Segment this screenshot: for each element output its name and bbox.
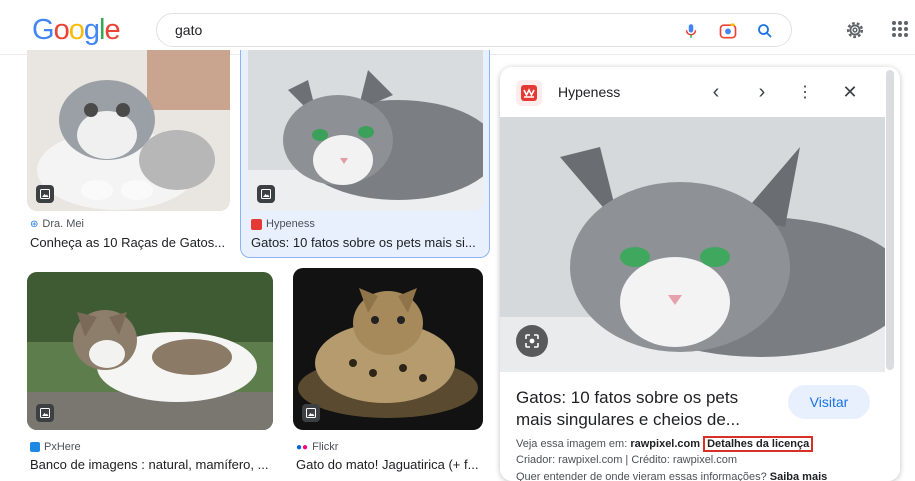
learn-more-link[interactable]: Saiba mais [770,471,827,481]
image-badge-icon [36,185,54,203]
panel-preview-image[interactable] [500,117,885,372]
result-source[interactable]: ⊛ Dra. Mei [30,218,84,230]
view-on-line: Veja essa imagem em: rawpixel.com Detalh… [516,436,814,452]
result-title[interactable]: Conheça as 10 Raças de Gatos... [30,235,230,250]
panel-site-name[interactable]: Hypeness [558,84,620,100]
result-thumbnail[interactable] [27,50,230,211]
result-source[interactable]: PxHere [30,441,81,453]
result-thumbnail[interactable] [27,272,273,430]
previous-icon[interactable]: ‹ [703,79,729,105]
mic-icon[interactable] [679,19,703,43]
search-input[interactable] [175,20,655,40]
more-info-prefix: Quer entender de onde vieram essas infor… [516,471,767,481]
result-title[interactable]: Gato do mato! Jaguatirica (+ f... [296,457,483,472]
visit-button[interactable]: Visitar [788,385,870,419]
logo-letter: e [104,14,120,46]
flickr-icon: ●● [296,441,309,453]
search-icon[interactable] [753,19,777,43]
search-box [156,13,792,47]
top-bar: Google [0,0,915,55]
apps-icon[interactable] [888,17,912,41]
result-title[interactable]: Banco de imagens : natural, mamífero, ..… [30,457,273,472]
view-on-prefix: Veja essa imagem em: [516,438,628,450]
lens-icon[interactable] [716,19,740,43]
panel-title[interactable]: Gatos: 10 fatos sobre os pets mais singu… [516,387,778,431]
source-name: PxHere [44,441,81,453]
logo-letter: G [32,14,55,46]
image-badge-icon [302,404,320,422]
logo-letter: g [83,14,100,46]
more-options-icon[interactable]: ⋮ [792,79,818,105]
more-info-line: Quer entender de onde vieram essas infor… [516,471,827,481]
pxhere-icon [30,442,40,452]
google-logo[interactable]: Google [32,14,121,47]
result-source[interactable]: ●● Flickr [296,441,338,453]
image-badge-icon [36,404,54,422]
logo-letter: o [68,14,85,46]
source-name: Hypeness [266,218,315,230]
source-name: Dra. Mei [42,218,84,230]
hypeness-logo-icon[interactable] [516,80,542,106]
license-details-link[interactable]: Detalhes da licença [703,436,814,452]
close-icon[interactable]: ✕ [837,79,863,105]
view-on-site-link[interactable]: rawpixel.com [630,438,700,450]
result-source[interactable]: Hypeness [251,218,315,230]
visual-search-lens-icon[interactable] [516,325,548,357]
image-preview-panel: Hypeness ‹ › ⋮ ✕ Gatos: 10 fatos sobre o… [500,67,900,481]
panel-header: Hypeness ‹ › ⋮ ✕ [500,67,900,117]
settings-icon[interactable] [842,17,868,43]
paw-icon: ⊛ [30,218,39,230]
image-badge-icon [257,185,275,203]
logo-letter: o [53,14,70,46]
hypeness-icon [251,218,262,230]
result-thumbnail[interactable] [248,50,483,211]
source-name: Flickr [312,441,339,453]
credits-line: Criador: rawpixel.com | Crédito: rawpixe… [516,454,738,466]
panel-scrollbar[interactable] [886,70,894,370]
result-thumbnail[interactable] [293,268,483,430]
result-title[interactable]: Gatos: 10 fatos sobre os pets mais si... [251,235,483,250]
next-icon[interactable]: › [749,79,775,105]
